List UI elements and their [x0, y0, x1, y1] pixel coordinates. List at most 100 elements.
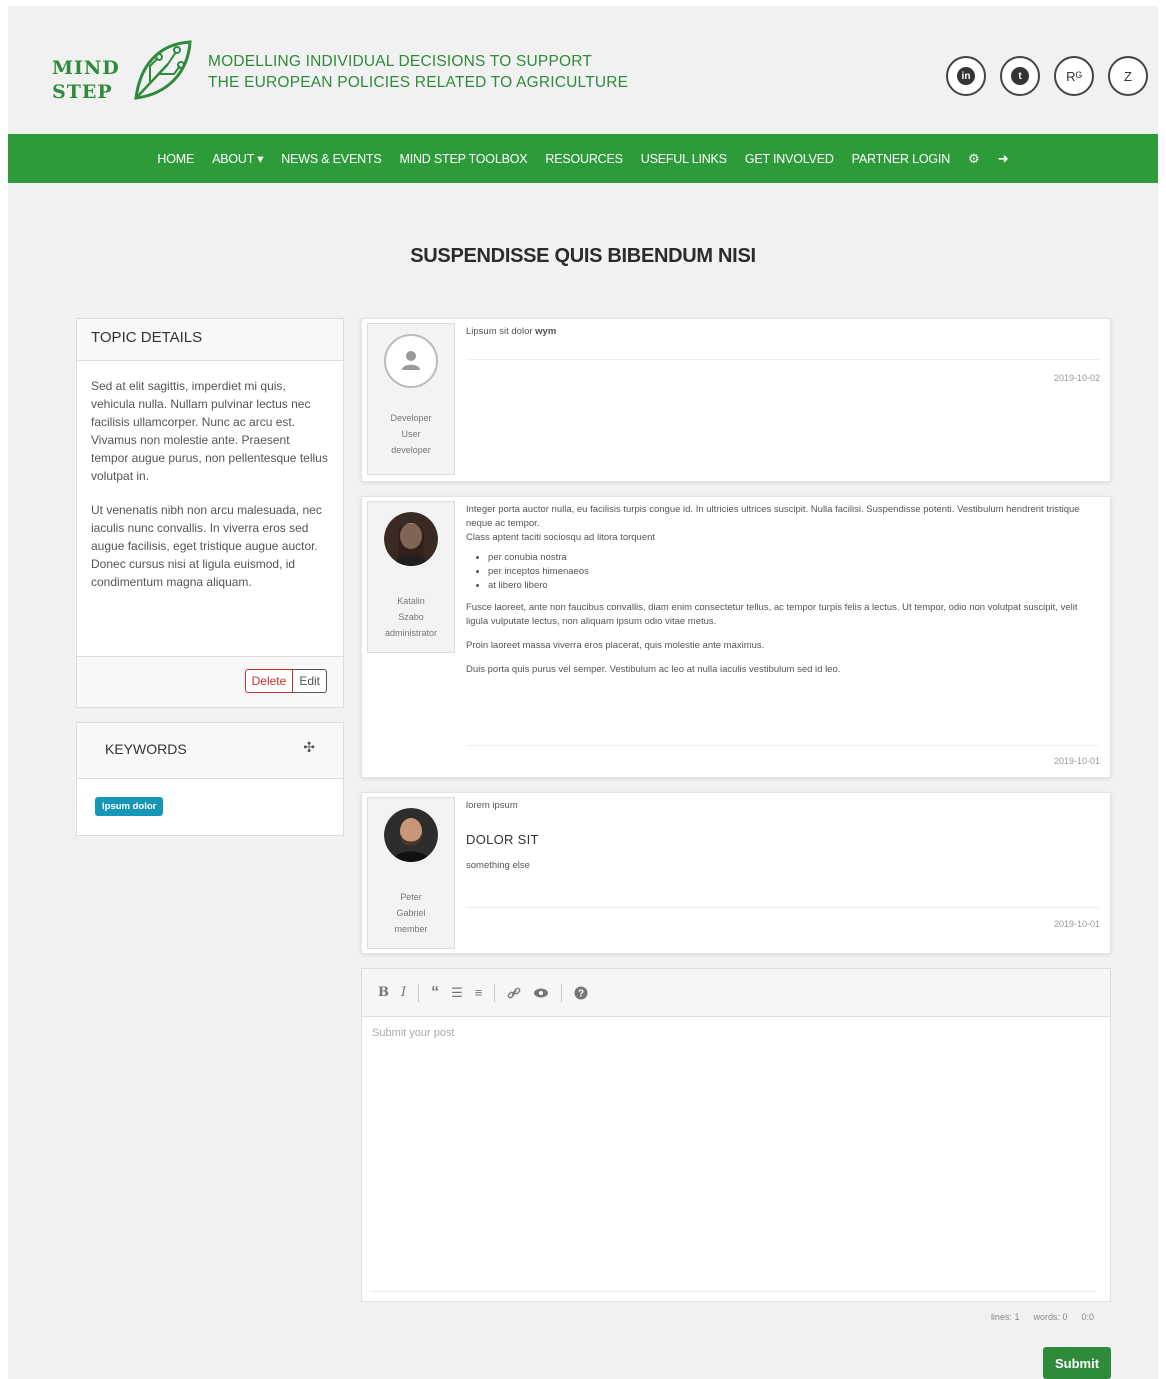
post-body: lorem ipsum DOLOR SIT something else [466, 799, 1100, 873]
post-paragraph: Duis porta quis purus vel semper. Vestib… [466, 664, 841, 675]
keywords-heading: KEYWORDS [105, 741, 187, 757]
site-tagline: MODELLING INDIVIDUAL DECISIONS TO SUPPOR… [208, 51, 628, 93]
nav-news-events[interactable]: NEWS & EVENTS [281, 152, 381, 166]
leaf-logo-icon [134, 40, 192, 100]
main-nav: HOME ABOUT ▾ NEWS & EVENTS MIND STEP TOO… [8, 134, 1158, 183]
post-author: Peter Gabriel member [367, 797, 455, 949]
nav-get-involved[interactable]: GET INVOLVED [745, 152, 834, 166]
settings-icon[interactable]: ⚙ [968, 151, 980, 167]
author-last-name: Szabo [398, 612, 424, 622]
reply-editor: B I “ ☰ ≡ ? Submit your post [361, 968, 1111, 1302]
toolbar-divider [418, 983, 420, 1002]
post-textarea[interactable]: Submit your post [372, 1027, 1100, 1289]
post-paragraph: Proin laoreet massa viverra eros placera… [466, 640, 765, 651]
editor-scrollbar-vertical[interactable] [1098, 1019, 1108, 1291]
help-icon[interactable]: ? [574, 986, 588, 1000]
delete-button[interactable]: Delete [244, 669, 294, 693]
topic-details-card: TOPIC DETAILS Sed at elit sagittis, impe… [76, 318, 344, 708]
zenodo-icon[interactable]: Z [1108, 56, 1148, 96]
edit-button[interactable]: Edit [293, 669, 327, 693]
link-icon[interactable] [507, 986, 521, 1000]
post-date: 2019-10-01 [1053, 756, 1100, 766]
author-first-name: Peter [400, 892, 422, 902]
post-1: Developer User developer Lipsum sit dolo… [361, 318, 1111, 482]
submit-button[interactable]: Submit [1043, 1347, 1111, 1379]
nav-home[interactable]: HOME [157, 152, 194, 166]
svg-text:?: ? [578, 988, 584, 999]
social-links: in t Rᴳ Z [946, 56, 1148, 96]
author-role: administrator [384, 628, 438, 638]
user-silhouette-icon [402, 351, 420, 370]
logo-line2: STEP [52, 81, 113, 103]
list-item: at libero libero [488, 579, 1100, 593]
collapse-icon[interactable]: ✣ [303, 739, 315, 756]
preview-icon[interactable] [533, 987, 549, 999]
logout-icon[interactable]: ➜ [998, 151, 1009, 167]
author-first-name: Katalin [397, 596, 425, 606]
twitter-icon[interactable]: t [1000, 56, 1040, 96]
nav-about[interactable]: ABOUT ▾ [212, 151, 263, 166]
editor-toolbar: B I “ ☰ ≡ ? [362, 969, 1110, 1017]
man-avatar [384, 808, 438, 862]
editor-scrollbar-horizontal[interactable] [370, 1291, 1096, 1299]
quote-icon[interactable]: “ [431, 984, 439, 1002]
toolbar-divider [561, 983, 563, 1002]
post-date: 2019-10-02 [1053, 373, 1100, 383]
default-user-icon [384, 334, 438, 388]
linkedin-glyph: in [957, 67, 975, 85]
post-paragraph: Class aptent taciti sociosqu ad litora t… [466, 532, 656, 543]
post-lead-bold: wym [535, 326, 557, 337]
topic-paragraph-1: Sed at elit sagittis, imperdiet mi quis,… [91, 379, 328, 483]
post-divider [466, 359, 1100, 360]
ordered-list-icon[interactable]: ≡ [475, 985, 483, 1000]
editor-status-bar: lines: 1 words: 0 0:0 [991, 1312, 1094, 1322]
author-first-name: Developer [390, 413, 432, 423]
linkedin-icon[interactable]: in [946, 56, 986, 96]
post-author: Developer User developer [367, 323, 455, 475]
nav-resources[interactable]: RESOURCES [545, 152, 623, 166]
topic-button-group: Delete Edit [244, 669, 327, 693]
post-paragraph: Integer porta auctor nulla, eu facilisis… [466, 504, 1080, 529]
twitter-glyph: t [1011, 67, 1029, 85]
post-date: 2019-10-01 [1053, 919, 1100, 929]
topic-details-heading: TOPIC DETAILS [77, 319, 343, 361]
researchgate-icon[interactable]: Rᴳ [1054, 56, 1094, 96]
unordered-list-icon[interactable]: ☰ [451, 985, 463, 1001]
post-author: Katalin Szabo administrator [367, 501, 455, 653]
post-divider [466, 907, 1100, 908]
page: MIND STEP MODELLING INDIVIDUAL DECISIONS… [8, 6, 1158, 1379]
post-divider [466, 745, 1100, 746]
post-body: Lipsum sit dolor wym [466, 325, 1100, 339]
toolbar-divider [494, 983, 496, 1002]
nav-partner-login[interactable]: PARTNER LOGIN [852, 152, 951, 166]
post-2: Katalin Szabo administrator Integer port… [361, 496, 1111, 778]
topic-paragraph-2: Ut venenatis nibh non arcu malesuada, ne… [91, 503, 322, 589]
list-item: per inceptos himenaeos [488, 565, 1100, 579]
nav-toolbox[interactable]: MIND STEP TOOLBOX [399, 152, 527, 166]
site-logo[interactable]: MIND STEP [52, 56, 120, 104]
bold-icon[interactable]: B [378, 985, 389, 1000]
tagline-line2: THE EUROPEAN POLICIES RELATED TO AGRICUL… [208, 74, 629, 91]
keywords-header[interactable]: KEYWORDS ✣ [77, 723, 343, 779]
post-paragraph: Fusce laoreet, ante non faucibus convall… [466, 602, 1078, 627]
post-paragraph: something else [466, 860, 530, 871]
topic-actions: Delete Edit [77, 657, 343, 707]
post-lead: lorem ipsum [466, 800, 518, 811]
page-title: SUSPENDISSE QUIS BIBENDUM NISI [410, 245, 756, 267]
post-3: Peter Gabriel member lorem ipsum DOLOR S… [361, 792, 1111, 954]
post-lead: Lipsum sit dolor [466, 326, 536, 337]
keyword-badge[interactable]: Ipsum dolor [95, 797, 164, 816]
keywords-card: KEYWORDS ✣ Ipsum dolor [76, 722, 344, 836]
cursor-position: 0:0 [1081, 1312, 1094, 1322]
site-header: MIND STEP MODELLING INDIVIDUAL DECISIONS… [8, 6, 1158, 134]
italic-icon[interactable]: I [401, 985, 406, 1000]
list-item: per conubia nostra [488, 551, 1100, 565]
topic-description: Sed at elit sagittis, imperdiet mi quis,… [77, 361, 343, 657]
nav-useful-links[interactable]: USEFUL LINKS [641, 152, 727, 166]
woman-avatar [384, 512, 438, 566]
author-role: member [394, 924, 428, 934]
tagline-line1: MODELLING INDIVIDUAL DECISIONS TO SUPPOR… [208, 53, 593, 70]
line-count: lines: 1 [990, 1312, 1020, 1322]
author-last-name: User [401, 429, 421, 439]
post-heading: DOLOR SIT [466, 832, 539, 847]
